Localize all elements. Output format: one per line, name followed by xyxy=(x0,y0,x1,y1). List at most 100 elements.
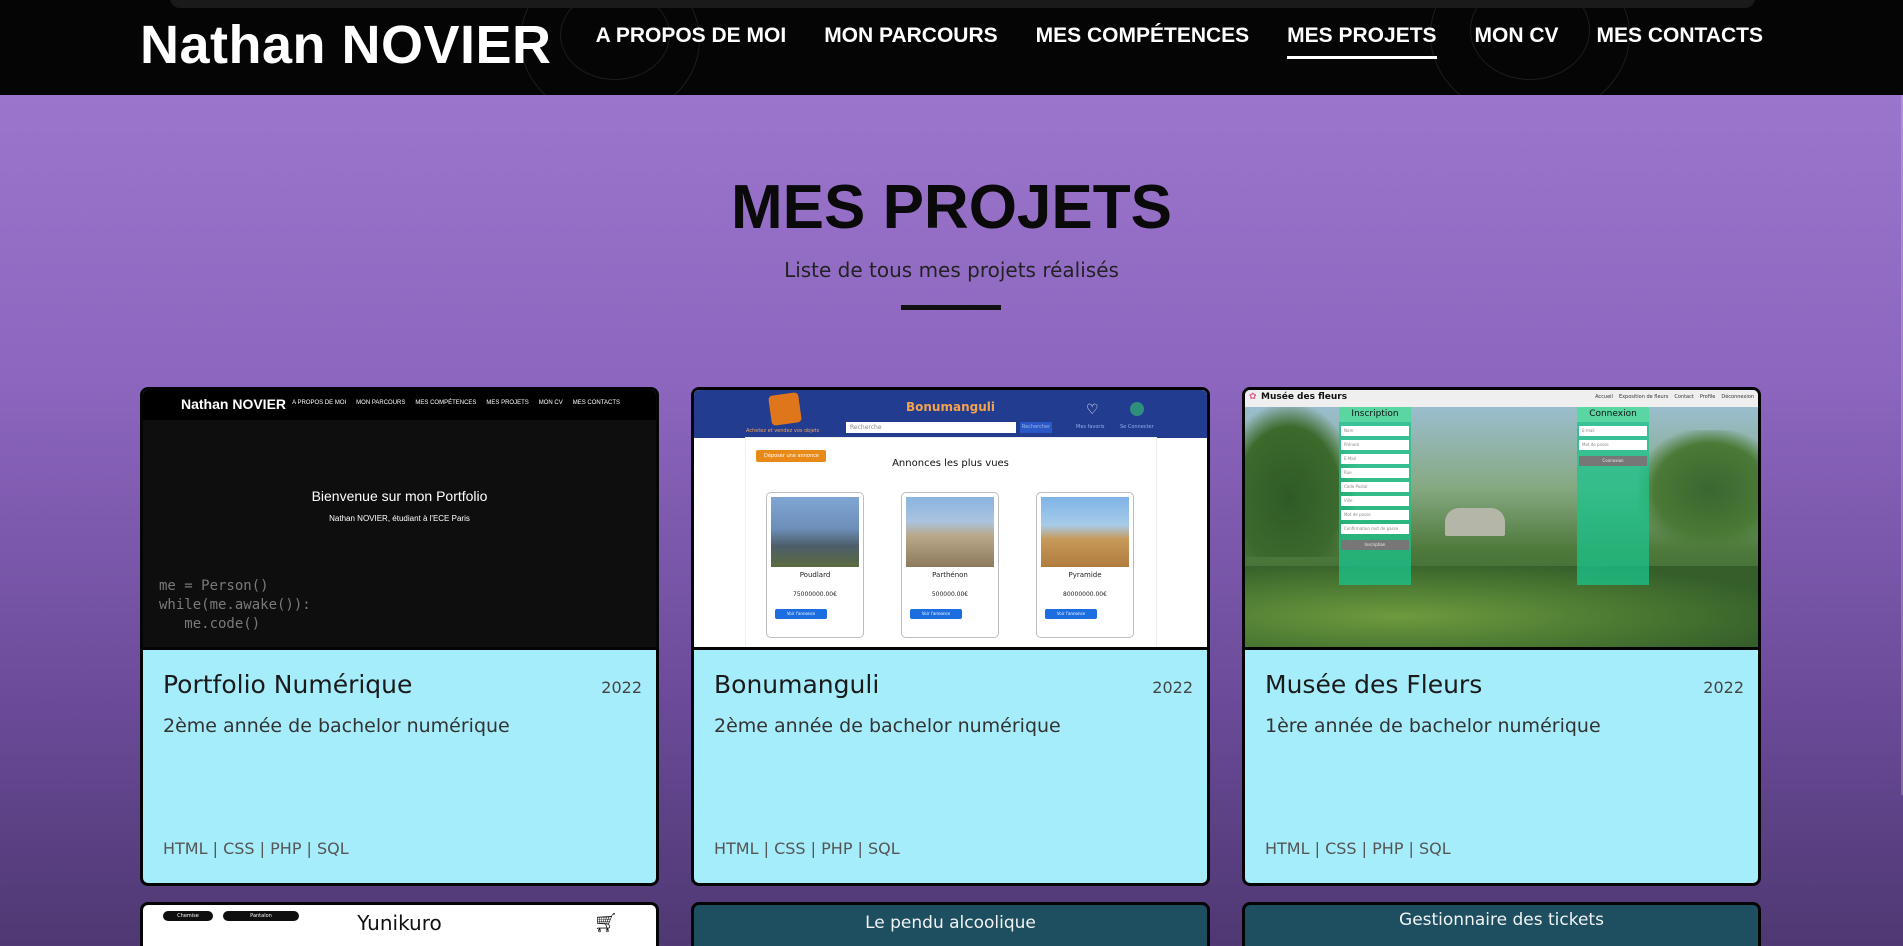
thumbnail-search-button: Rechercher xyxy=(1020,422,1052,433)
thumbnail-welcome: Bienvenue sur mon Portfolio xyxy=(311,488,488,504)
project-card-yunikuro[interactable]: Chemise Pantalon Yunikuro 🛒︎ xyxy=(140,902,659,946)
thumbnail-code: me = Person() while(me.awake()): me.code… xyxy=(159,578,311,632)
thumbnail-nav-item: MON CV xyxy=(538,400,563,406)
thumbnail-welcome-sub: Nathan NOVIER, étudiant à l'ECE Paris xyxy=(329,514,470,523)
project-thumbnail: Achetez et vendez vos objets Bonumanguli… xyxy=(694,390,1207,650)
section-title: MES PROJETS xyxy=(731,173,1172,242)
signup-button: Inscription xyxy=(1341,540,1409,550)
user-icon xyxy=(1130,402,1144,416)
thumbnail-links: Accueil Exposition de fleurs Contact Pro… xyxy=(1595,394,1754,400)
project-card-body: Musée des Fleurs 2022 1ère année de bach… xyxy=(1245,650,1758,880)
thumbnail-title: Nathan NOVIER xyxy=(181,396,287,412)
thumbnail-tagline: Achetez et vendez vos objets xyxy=(746,428,820,434)
login-field: Mot de passe xyxy=(1579,440,1647,450)
project-year: 2022 xyxy=(601,678,642,697)
thumbnail-signup-form: Inscription Nom Prénom E-Mail Rue Code P… xyxy=(1339,407,1411,585)
login-button: Connexion xyxy=(1579,456,1647,466)
project-card-pendu[interactable]: Le pendu alcoolique xyxy=(691,902,1210,946)
listing-price: 500000.00€ xyxy=(931,591,969,598)
project-year: 2022 xyxy=(1703,678,1744,697)
signup-field: Code Postal xyxy=(1341,482,1409,492)
thumbnail-connection: Se Connecter xyxy=(1120,424,1154,430)
thumbnail-listing: Parthénon 500000.00€ Voir l'annonce xyxy=(901,492,999,638)
thumbnail-trees xyxy=(1638,430,1758,550)
listing-price: 75000000.00€ xyxy=(793,591,837,598)
listing-button: Voir l'annonce xyxy=(910,609,962,619)
thumbnail-nav-item: MES PROJETS xyxy=(486,400,529,406)
signup-field: Ville xyxy=(1341,496,1409,506)
thumbnail-nav-item: MES COMPÉTENCES xyxy=(415,400,477,406)
project-card-portfolio[interactable]: Nathan NOVIER A PROPOS DE MOI MON PARCOU… xyxy=(140,387,659,886)
nav-item-contacts[interactable]: MES CONTACTS xyxy=(1597,24,1763,59)
thumbnail-link: Contact xyxy=(1674,394,1694,400)
thumbnail-link: Profile xyxy=(1699,394,1716,400)
project-description: 1ère année de bachelor numérique xyxy=(1265,715,1601,737)
thumbnail-search: Recherche xyxy=(846,422,1016,433)
project-thumbnail: ✿ Musée des fleurs Accueil Exposition de… xyxy=(1245,390,1758,650)
nav-item-projets[interactable]: MES PROJETS xyxy=(1287,24,1437,59)
project-name: Musée des Fleurs xyxy=(1265,670,1483,699)
site-header: Nathan NOVIER A PROPOS DE MOI MON PARCOU… xyxy=(0,0,1903,95)
thumbnail-title: Gestionnaire des tickets xyxy=(1399,910,1604,930)
listing-image xyxy=(771,497,859,567)
project-card-bonumanguli[interactable]: Achetez et vendez vos objets Bonumanguli… xyxy=(691,387,1210,886)
thumbnail-title: Yunikuro xyxy=(357,911,442,935)
listing-image xyxy=(1041,497,1129,567)
listing-image xyxy=(906,497,994,567)
thumbnail-login-form: Connexion E-mail Mot de passe Connexion xyxy=(1577,407,1649,585)
nav-item-cv[interactable]: MON CV xyxy=(1475,24,1559,59)
heart-icon: ♡ xyxy=(1086,402,1099,418)
thumbnail-link: Exposition de fleurs xyxy=(1618,394,1669,400)
project-year: 2022 xyxy=(1152,678,1193,697)
project-description: 2ème année de bachelor numérique xyxy=(163,715,510,737)
nav-item-parcours[interactable]: MON PARCOURS xyxy=(824,24,997,59)
thumbnail-listing: Pyramide 80000000.00€ Voir l'annonce xyxy=(1036,492,1134,638)
signup-field: Mot de passe xyxy=(1341,510,1409,520)
project-tags: HTML | CSS | PHP | SQL xyxy=(714,839,900,858)
thumbnail-site-name: Musée des fleurs xyxy=(1261,392,1348,402)
project-tags: HTML | CSS | PHP | SQL xyxy=(1265,839,1451,858)
main-nav: A PROPOS DE MOI MON PARCOURS MES COMPÉTE… xyxy=(596,24,1763,59)
thumbnail-favorites: Mes favoris xyxy=(1076,424,1105,430)
signup-field: Nom xyxy=(1341,426,1409,436)
listing-button: Voir l'annonce xyxy=(1045,609,1097,619)
thumbnail-nav-item: MES CONTACTS xyxy=(572,400,620,406)
site-title[interactable]: Nathan NOVIER xyxy=(140,14,552,76)
login-field: E-mail xyxy=(1579,426,1647,436)
project-description: 2ème année de bachelor numérique xyxy=(714,715,1061,737)
listing-label: Parthénon xyxy=(932,571,968,579)
signup-field: Rue xyxy=(1341,468,1409,478)
thumbnail-link: Déconnexion xyxy=(1721,394,1754,400)
nav-item-competences[interactable]: MES COMPÉTENCES xyxy=(1036,24,1250,59)
project-name: Bonumanguli xyxy=(714,670,880,699)
thumbnail-pond xyxy=(1245,566,1758,647)
project-card-body: Portfolio Numérique 2022 2ème année de b… xyxy=(143,650,656,880)
listing-price: 80000000.00€ xyxy=(1063,591,1107,598)
thumbnail-listing: Poudlard 75000000.00€ Voir l'annonce xyxy=(766,492,864,638)
signup-title: Inscription xyxy=(1339,407,1411,422)
project-tags: HTML | CSS | PHP | SQL xyxy=(163,839,349,858)
thumbnail-nav-item: A PROPOS DE MOI xyxy=(292,400,347,406)
project-name: Portfolio Numérique xyxy=(163,670,413,699)
project-thumbnail: Nathan NOVIER A PROPOS DE MOI MON PARCOU… xyxy=(143,390,656,650)
listing-label: Pyramide xyxy=(1068,571,1102,579)
thumbnail-header: ✿ Musée des fleurs Accueil Exposition de… xyxy=(1245,390,1758,407)
thumbnail-nav: A PROPOS DE MOI MON PARCOURS MES COMPÉTE… xyxy=(292,400,620,406)
project-card-tickets[interactable]: Gestionnaire des tickets xyxy=(1242,902,1761,946)
thumbnail-title: Le pendu alcoolique xyxy=(865,913,1036,933)
thumbnail-greenhouse xyxy=(1445,508,1505,536)
listing-label: Poudlard xyxy=(799,571,831,579)
thumbnail-nav-item: MON PARCOURS xyxy=(356,400,406,406)
section-subtitle: Liste de tous mes projets réalisés xyxy=(784,258,1119,282)
listing-button: Voir l'annonce xyxy=(775,609,827,619)
thumbnail-link: Accueil xyxy=(1595,394,1613,400)
login-title: Connexion xyxy=(1577,407,1649,422)
nav-item-about[interactable]: A PROPOS DE MOI xyxy=(596,24,787,59)
project-card-body: Bonumanguli 2022 2ème année de bachelor … xyxy=(694,650,1207,880)
signup-field: Prénom xyxy=(1341,440,1409,450)
project-card-musee[interactable]: ✿ Musée des fleurs Accueil Exposition de… xyxy=(1242,387,1761,886)
signup-field: Confirmation mot de passe xyxy=(1341,524,1409,534)
signup-field: E-Mail xyxy=(1341,454,1409,464)
section-divider xyxy=(901,305,1001,310)
flower-icon: ✿ xyxy=(1249,392,1257,402)
